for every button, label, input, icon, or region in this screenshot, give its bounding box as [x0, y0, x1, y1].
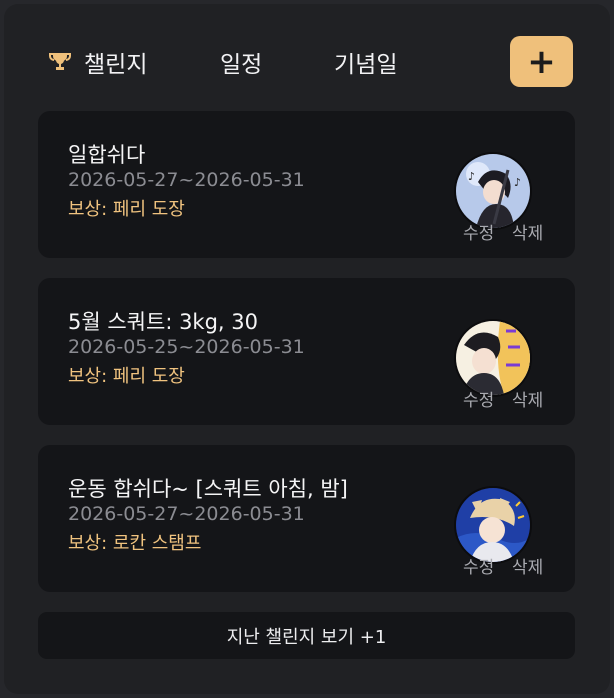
edit-button[interactable]: 수정	[463, 553, 494, 578]
tab-anniversary-label: 기념일	[334, 52, 398, 78]
delete-button[interactable]: 삭제	[512, 386, 543, 411]
challenge-card[interactable]: 5월 스쿼트: 3kg, 30 2026-05-25~2026-05-31 보상…	[38, 278, 575, 425]
challenge-card[interactable]: 일합쉬다 2026-05-27~2026-05-31 보상: 페리 도장 ♪ ♪…	[38, 111, 575, 258]
challenge-reward: 보상: 페리 도장	[68, 199, 185, 220]
tab-challenge[interactable]: 챌린지	[48, 42, 147, 82]
tab-challenge-label: 챌린지	[84, 52, 148, 78]
challenge-dates: 2026-05-25~2026-05-31	[68, 336, 305, 358]
tab-schedule[interactable]: 일정	[220, 42, 262, 82]
challenge-title: 운동 합쉬다~ [스쿼트 아침, 밤]	[68, 477, 348, 501]
challenge-card[interactable]: 운동 합쉬다~ [스쿼트 아침, 밤] 2026-05-27~2026-05-3…	[38, 445, 575, 592]
svg-text:♪: ♪	[514, 176, 521, 189]
trophy-icon	[48, 50, 72, 74]
tab-bar: 챌린지 일정 기념일	[34, 32, 574, 90]
edit-button[interactable]: 수정	[463, 219, 494, 244]
tab-anniversary[interactable]: 기념일	[334, 42, 397, 82]
challenge-reward: 보상: 페리 도장	[68, 366, 185, 387]
edit-button[interactable]: 수정	[463, 386, 494, 411]
challenge-title: 일합쉬다	[68, 143, 146, 167]
tab-schedule-label: 일정	[220, 52, 263, 78]
challenge-dates: 2026-05-27~2026-05-31	[68, 169, 305, 191]
challenge-title: 5월 스쿼트: 3kg, 30	[68, 310, 258, 334]
svg-text:♪: ♪	[468, 170, 475, 183]
past-challenges-button[interactable]: 지난 챌린지 보기 +1	[38, 612, 575, 659]
challenge-dates: 2026-05-27~2026-05-31	[68, 503, 305, 525]
delete-button[interactable]: 삭제	[512, 553, 543, 578]
delete-button[interactable]: 삭제	[512, 219, 543, 244]
challenge-reward: 보상: 로칸 스탬프	[68, 533, 202, 554]
add-challenge-button[interactable]: +	[510, 36, 573, 87]
